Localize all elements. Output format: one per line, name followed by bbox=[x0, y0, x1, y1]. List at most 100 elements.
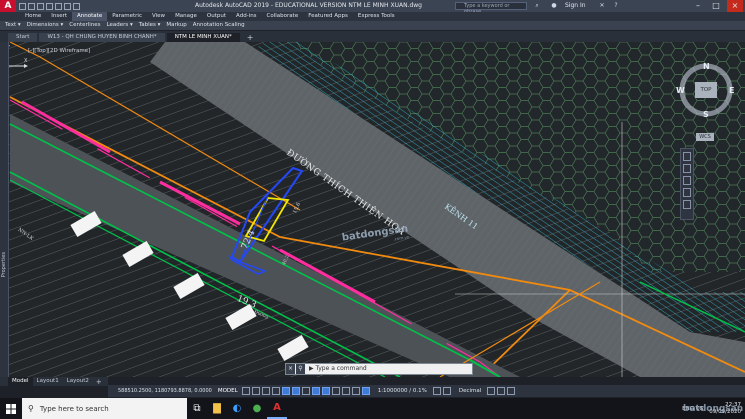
ribbon-panel-bar: Text ▾ Dimensions ▾ Centerlines Leaders … bbox=[0, 21, 745, 30]
command-customize-icon[interactable]: ⚲ bbox=[296, 364, 305, 374]
gear-icon[interactable] bbox=[432, 387, 441, 395]
grid-icon[interactable] bbox=[241, 387, 250, 395]
file-tab-bar: Start W13 - QH CHUNG HUYEN BINH CHANH* N… bbox=[0, 31, 745, 42]
polar-tracking-icon[interactable] bbox=[291, 387, 300, 395]
ribbon-tab-insert[interactable]: Insert bbox=[46, 12, 72, 21]
ortho-icon[interactable] bbox=[281, 387, 290, 395]
new-tab-plus-icon[interactable]: + bbox=[242, 33, 259, 42]
orbit-icon[interactable] bbox=[683, 188, 691, 197]
viewcube-west[interactable]: W bbox=[676, 86, 685, 95]
chrome-browser-icon[interactable]: ● bbox=[247, 398, 267, 419]
viewcube-north[interactable]: N bbox=[703, 62, 710, 71]
selection-cycling-icon[interactable] bbox=[351, 387, 360, 395]
autocad-logo-icon[interactable]: A bbox=[0, 0, 16, 12]
title-bar: A Autodesk AutoCAD 2019 - EDUCATIONAL VE… bbox=[0, 0, 745, 15]
undo-icon[interactable] bbox=[64, 2, 71, 10]
command-close-icon[interactable]: × bbox=[286, 364, 295, 374]
ribbon-tab-output[interactable]: Output bbox=[202, 12, 231, 21]
quick-properties-icon[interactable] bbox=[487, 387, 496, 395]
zoom-extents-icon[interactable] bbox=[683, 176, 691, 185]
close-button[interactable]: × bbox=[727, 0, 743, 12]
panel-dimensions[interactable]: Dimensions ▾ bbox=[24, 21, 67, 30]
properties-palette-label[interactable]: Properties bbox=[1, 252, 7, 277]
viewcube-south[interactable]: S bbox=[703, 110, 709, 119]
minimize-button[interactable]: – bbox=[690, 0, 706, 12]
ribbon-tab-express-tools[interactable]: Express Tools bbox=[353, 12, 400, 21]
keyword-search-input[interactable]: Type a keyword or phrase bbox=[455, 2, 527, 15]
redo-icon[interactable] bbox=[73, 2, 80, 10]
plus-icon[interactable] bbox=[442, 387, 451, 395]
wcs-dropdown[interactable]: WCS bbox=[696, 133, 714, 141]
layout-tab-model[interactable]: Model bbox=[8, 377, 33, 386]
drawing-canvas[interactable]: ĐƯỜNG THÍCH THIỆN HOÀ KÊNH 11 NN-LK 72.4… bbox=[0, 42, 745, 377]
file-explorer-icon[interactable]: ▇ bbox=[207, 398, 227, 419]
save-icon[interactable] bbox=[37, 2, 44, 10]
panel-markup[interactable]: Markup bbox=[163, 21, 189, 30]
command-input[interactable]: ▶ Type a command bbox=[306, 364, 472, 374]
viewcube[interactable]: N S E W TOP bbox=[675, 60, 740, 125]
maximize-button[interactable]: □ bbox=[708, 0, 724, 12]
snap-icon[interactable] bbox=[251, 387, 260, 395]
panel-tables[interactable]: Tables ▾ bbox=[136, 21, 164, 30]
pan-icon[interactable] bbox=[683, 164, 691, 173]
coordinate-readout[interactable]: 588510.2500, 1180793.8878, 0.0000 bbox=[118, 388, 212, 394]
open-file-icon[interactable] bbox=[28, 2, 35, 10]
panel-leaders[interactable]: Leaders ▾ bbox=[104, 21, 136, 30]
ribbon-tab-collaborate[interactable]: Collaborate bbox=[262, 12, 304, 21]
add-layout-plus-icon[interactable]: + bbox=[93, 378, 105, 386]
ribbon-tab-featured-apps[interactable]: Featured Apps bbox=[303, 12, 353, 21]
ribbon-tab-annotate[interactable]: Annotate bbox=[72, 12, 108, 21]
autodesk-app-store-icon[interactable]: ✕ bbox=[598, 2, 606, 10]
panel-text[interactable]: Text ▾ bbox=[2, 21, 24, 30]
annotation-visibility-icon[interactable] bbox=[361, 387, 370, 395]
windows-taskbar: ⚲ Type here to search ⧉ ▇ ◐ ● A bbox=[0, 398, 745, 419]
object-snap-icon[interactable] bbox=[321, 387, 330, 395]
steering-wheel-icon[interactable] bbox=[683, 152, 691, 161]
viewport-controls-label[interactable]: [-][Top][2D Wireframe] bbox=[28, 48, 90, 54]
ribbon-tab-parametric[interactable]: Parametric bbox=[107, 12, 147, 21]
binoculars-icon[interactable]: ⌕ bbox=[533, 2, 541, 10]
side-palette[interactable]: Properties bbox=[0, 42, 9, 377]
quick-access-toolbar bbox=[19, 2, 80, 10]
new-file-icon[interactable] bbox=[19, 2, 26, 10]
file-tab-start[interactable]: Start bbox=[8, 33, 38, 42]
showmotion-icon[interactable] bbox=[683, 200, 691, 209]
model-space-toggle[interactable]: MODEL bbox=[218, 388, 238, 394]
layout-tab-layout2[interactable]: Layout2 bbox=[63, 377, 93, 386]
window-title: Autodesk AutoCAD 2019 - EDUCATIONAL VERS… bbox=[195, 2, 422, 9]
transparency-icon[interactable] bbox=[341, 387, 350, 395]
ribbon-tab-home[interactable]: Home bbox=[20, 12, 46, 21]
windows-start-icon[interactable] bbox=[0, 398, 22, 419]
taskbar-search-input[interactable]: ⚲ Type here to search bbox=[22, 398, 187, 419]
user-icon[interactable]: ● bbox=[550, 2, 558, 10]
ribbon-tab-bar: Home Insert Annotate Parametric View Man… bbox=[0, 12, 745, 21]
help-icon[interactable]: ? bbox=[612, 2, 620, 10]
edge-browser-icon[interactable]: ◐ bbox=[227, 398, 247, 419]
panel-centerlines[interactable]: Centerlines bbox=[66, 21, 103, 30]
autocad-taskbar-icon[interactable]: A bbox=[267, 398, 287, 419]
tray-watermark-logo: batdongsan bbox=[683, 404, 744, 414]
file-tab-w13[interactable]: W13 - QH CHUNG HUYEN BINH CHANH* bbox=[39, 33, 165, 42]
lineweight-icon[interactable] bbox=[331, 387, 340, 395]
ribbon-tab-add-ins[interactable]: Add-ins bbox=[231, 12, 262, 21]
viewcube-top-face[interactable]: TOP bbox=[695, 82, 717, 98]
panel-annotation-scaling[interactable]: Annotation Scaling bbox=[190, 21, 248, 30]
sign-in-button[interactable]: Sign In bbox=[565, 2, 586, 9]
annotation-scale-dropdown[interactable]: 1:1000000 / 0.1% bbox=[378, 388, 427, 394]
isolate-objects-icon[interactable] bbox=[497, 387, 506, 395]
print-icon[interactable] bbox=[55, 2, 62, 10]
ribbon-tab-view[interactable]: View bbox=[147, 12, 170, 21]
dynamic-input-icon[interactable] bbox=[271, 387, 280, 395]
file-tab-ntm-le-minh-xuan[interactable]: NTM LE MINH XUAN* bbox=[166, 33, 240, 42]
ribbon-tab-manage[interactable]: Manage bbox=[170, 12, 202, 21]
isodraft-icon[interactable] bbox=[301, 387, 310, 395]
object-snap-tracking-icon[interactable] bbox=[311, 387, 320, 395]
save-as-icon[interactable] bbox=[46, 2, 53, 10]
search-icon: ⚲ bbox=[28, 404, 34, 413]
task-view-icon[interactable]: ⧉ bbox=[187, 398, 207, 419]
units-dropdown[interactable]: Decimal bbox=[459, 388, 481, 394]
hamburger-menu-icon[interactable] bbox=[507, 387, 516, 395]
viewcube-east[interactable]: E bbox=[729, 86, 734, 95]
layout-tab-layout1[interactable]: Layout1 bbox=[33, 377, 63, 386]
infer-constraints-icon[interactable] bbox=[261, 387, 270, 395]
